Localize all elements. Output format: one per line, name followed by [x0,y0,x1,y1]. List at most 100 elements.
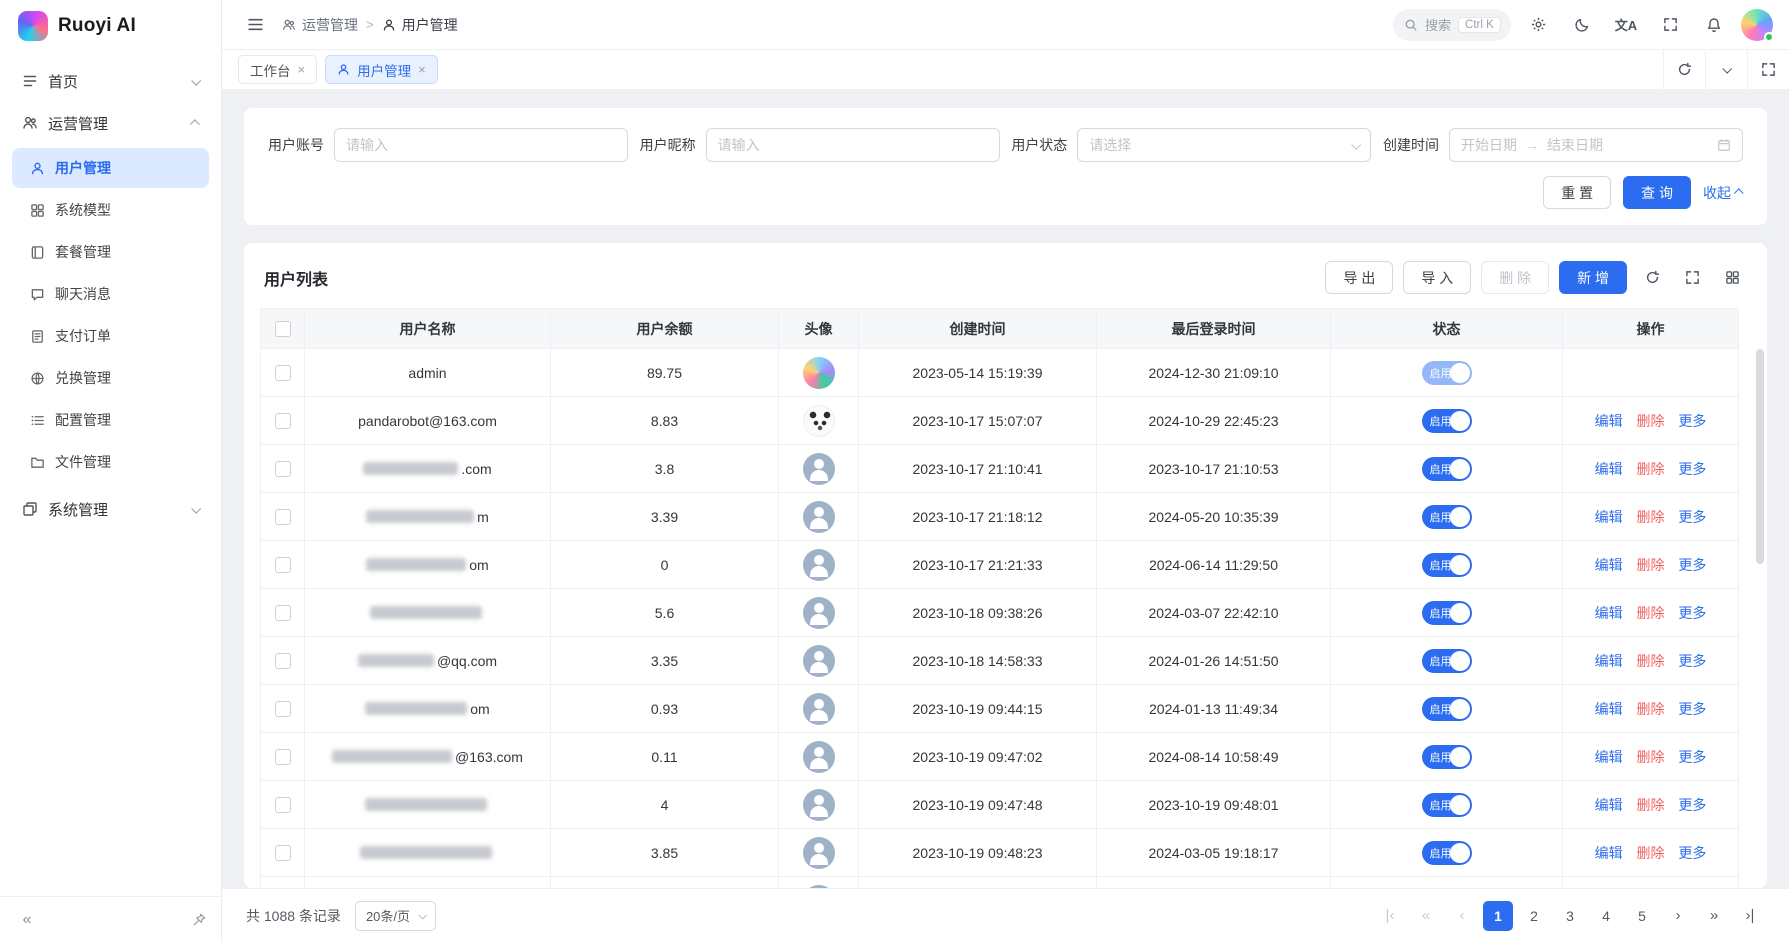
row-checkbox[interactable] [275,461,291,477]
close-icon[interactable]: × [298,63,306,76]
add-button[interactable]: 新 增 [1559,261,1627,294]
collapse-filters-link[interactable]: 收起 [1703,183,1743,203]
edit-link[interactable]: 编辑 [1595,701,1623,717]
edit-link[interactable]: 编辑 [1595,653,1623,669]
delete-link[interactable]: 删除 [1637,605,1665,621]
status-toggle[interactable]: 启用 [1422,361,1472,385]
status-toggle[interactable]: 启用 [1422,457,1472,481]
nickname-input[interactable] [706,128,1000,162]
account-input[interactable] [334,128,628,162]
tab-user-management[interactable]: 用户管理 × [325,55,438,84]
page-button-4[interactable]: 4 [1591,901,1621,931]
sidebar-item-user-management[interactable]: 用户管理 [12,148,209,188]
edit-link[interactable]: 编辑 [1595,749,1623,765]
sidebar-item-exchange-management[interactable]: 兑换管理 [12,358,209,398]
tab-refresh-icon[interactable] [1663,50,1705,89]
row-checkbox[interactable] [275,605,291,621]
reset-button[interactable]: 重 置 [1543,176,1611,209]
import-button[interactable]: 导 入 [1403,261,1471,294]
breadcrumb-user-management[interactable]: 用户管理 [382,15,458,35]
notifications-bell-icon[interactable] [1697,8,1731,42]
more-link[interactable]: 更多 [1678,653,1706,669]
export-button[interactable]: 导 出 [1325,261,1393,294]
fullscreen-icon[interactable] [1653,8,1687,42]
page-size-select[interactable]: 20条/页 [355,901,436,931]
logo[interactable]: Ruoyi AI [0,0,221,52]
sidebar-item-file-management[interactable]: 文件管理 [12,442,209,482]
sidebar-item-home[interactable]: 首页 [12,60,209,102]
prev-group-button[interactable]: « [1411,901,1441,931]
row-checkbox[interactable] [275,749,291,765]
edit-link[interactable]: 编辑 [1595,797,1623,813]
global-search[interactable]: 搜索 Ctrl K [1393,9,1511,41]
tab-expand-icon[interactable] [1747,50,1789,89]
select-all-checkbox[interactable] [275,321,291,337]
status-toggle[interactable]: 启用 [1422,793,1472,817]
row-checkbox[interactable] [275,797,291,813]
delete-button[interactable]: 删 除 [1481,261,1549,294]
row-checkbox[interactable] [275,653,291,669]
delete-link[interactable]: 删除 [1637,845,1665,861]
delete-link[interactable]: 删除 [1637,461,1665,477]
edit-link[interactable]: 编辑 [1595,461,1623,477]
status-toggle[interactable]: 启用 [1422,649,1472,673]
sidebar-item-payment-orders[interactable]: 支付订单 [12,316,209,356]
edit-link[interactable]: 编辑 [1595,605,1623,621]
query-button[interactable]: 查 询 [1623,176,1691,209]
tab-workbench[interactable]: 工作台 × [238,55,317,84]
table-scrollbar[interactable] [1756,349,1764,564]
delete-link[interactable]: 删除 [1637,653,1665,669]
row-checkbox[interactable] [275,701,291,717]
delete-link[interactable]: 删除 [1637,413,1665,429]
row-checkbox[interactable] [275,557,291,573]
first-page-button[interactable]: |‹ [1375,901,1405,931]
next-group-button[interactable]: » [1699,901,1729,931]
page-button-2[interactable]: 2 [1519,901,1549,931]
menu-toggle-icon[interactable] [238,8,272,42]
status-toggle[interactable]: 启用 [1422,841,1472,865]
dark-mode-moon-icon[interactable] [1565,8,1599,42]
sidebar-collapse-button[interactable]: « [14,907,40,933]
more-link[interactable]: 更多 [1678,461,1706,477]
page-button-3[interactable]: 3 [1555,901,1585,931]
edit-link[interactable]: 编辑 [1595,509,1623,525]
row-checkbox[interactable] [275,509,291,525]
more-link[interactable]: 更多 [1678,605,1706,621]
date-range-picker[interactable]: 开始日期 → 结束日期 [1449,128,1743,162]
page-button-5[interactable]: 5 [1627,901,1657,931]
edit-link[interactable]: 编辑 [1595,845,1623,861]
sidebar-item-config-management[interactable]: 配置管理 [12,400,209,440]
status-select[interactable]: 请选择 [1077,128,1371,162]
more-link[interactable]: 更多 [1678,413,1706,429]
row-checkbox[interactable] [275,365,291,381]
delete-link[interactable]: 删除 [1637,749,1665,765]
close-icon[interactable]: × [418,63,426,76]
sidebar-item-system-management[interactable]: 系统管理 [12,488,209,530]
next-page-button[interactable]: › [1663,901,1693,931]
tab-chevron-down-icon[interactable] [1705,50,1747,89]
more-link[interactable]: 更多 [1678,845,1706,861]
prev-page-button[interactable]: ‹ [1447,901,1477,931]
delete-link[interactable]: 删除 [1637,701,1665,717]
status-toggle[interactable]: 启用 [1422,601,1472,625]
status-toggle[interactable]: 启用 [1422,745,1472,769]
status-toggle[interactable]: 启用 [1422,697,1472,721]
column-settings-icon[interactable] [1717,263,1747,293]
sidebar-item-system-models[interactable]: 系统模型 [12,190,209,230]
delete-link[interactable]: 删除 [1637,797,1665,813]
table-fullscreen-icon[interactable] [1677,263,1707,293]
row-checkbox[interactable] [275,845,291,861]
status-toggle[interactable]: 启用 [1422,553,1472,577]
translate-icon[interactable]: 文A [1609,8,1643,42]
more-link[interactable]: 更多 [1678,557,1706,573]
settings-gear-icon[interactable] [1521,8,1555,42]
user-avatar[interactable] [1741,9,1773,41]
more-link[interactable]: 更多 [1678,797,1706,813]
edit-link[interactable]: 编辑 [1595,413,1623,429]
delete-link[interactable]: 删除 [1637,509,1665,525]
edit-link[interactable]: 编辑 [1595,557,1623,573]
sidebar-item-package-management[interactable]: 套餐管理 [12,232,209,272]
last-page-button[interactable]: ›| [1735,901,1765,931]
more-link[interactable]: 更多 [1678,749,1706,765]
status-toggle[interactable]: 启用 [1422,505,1472,529]
